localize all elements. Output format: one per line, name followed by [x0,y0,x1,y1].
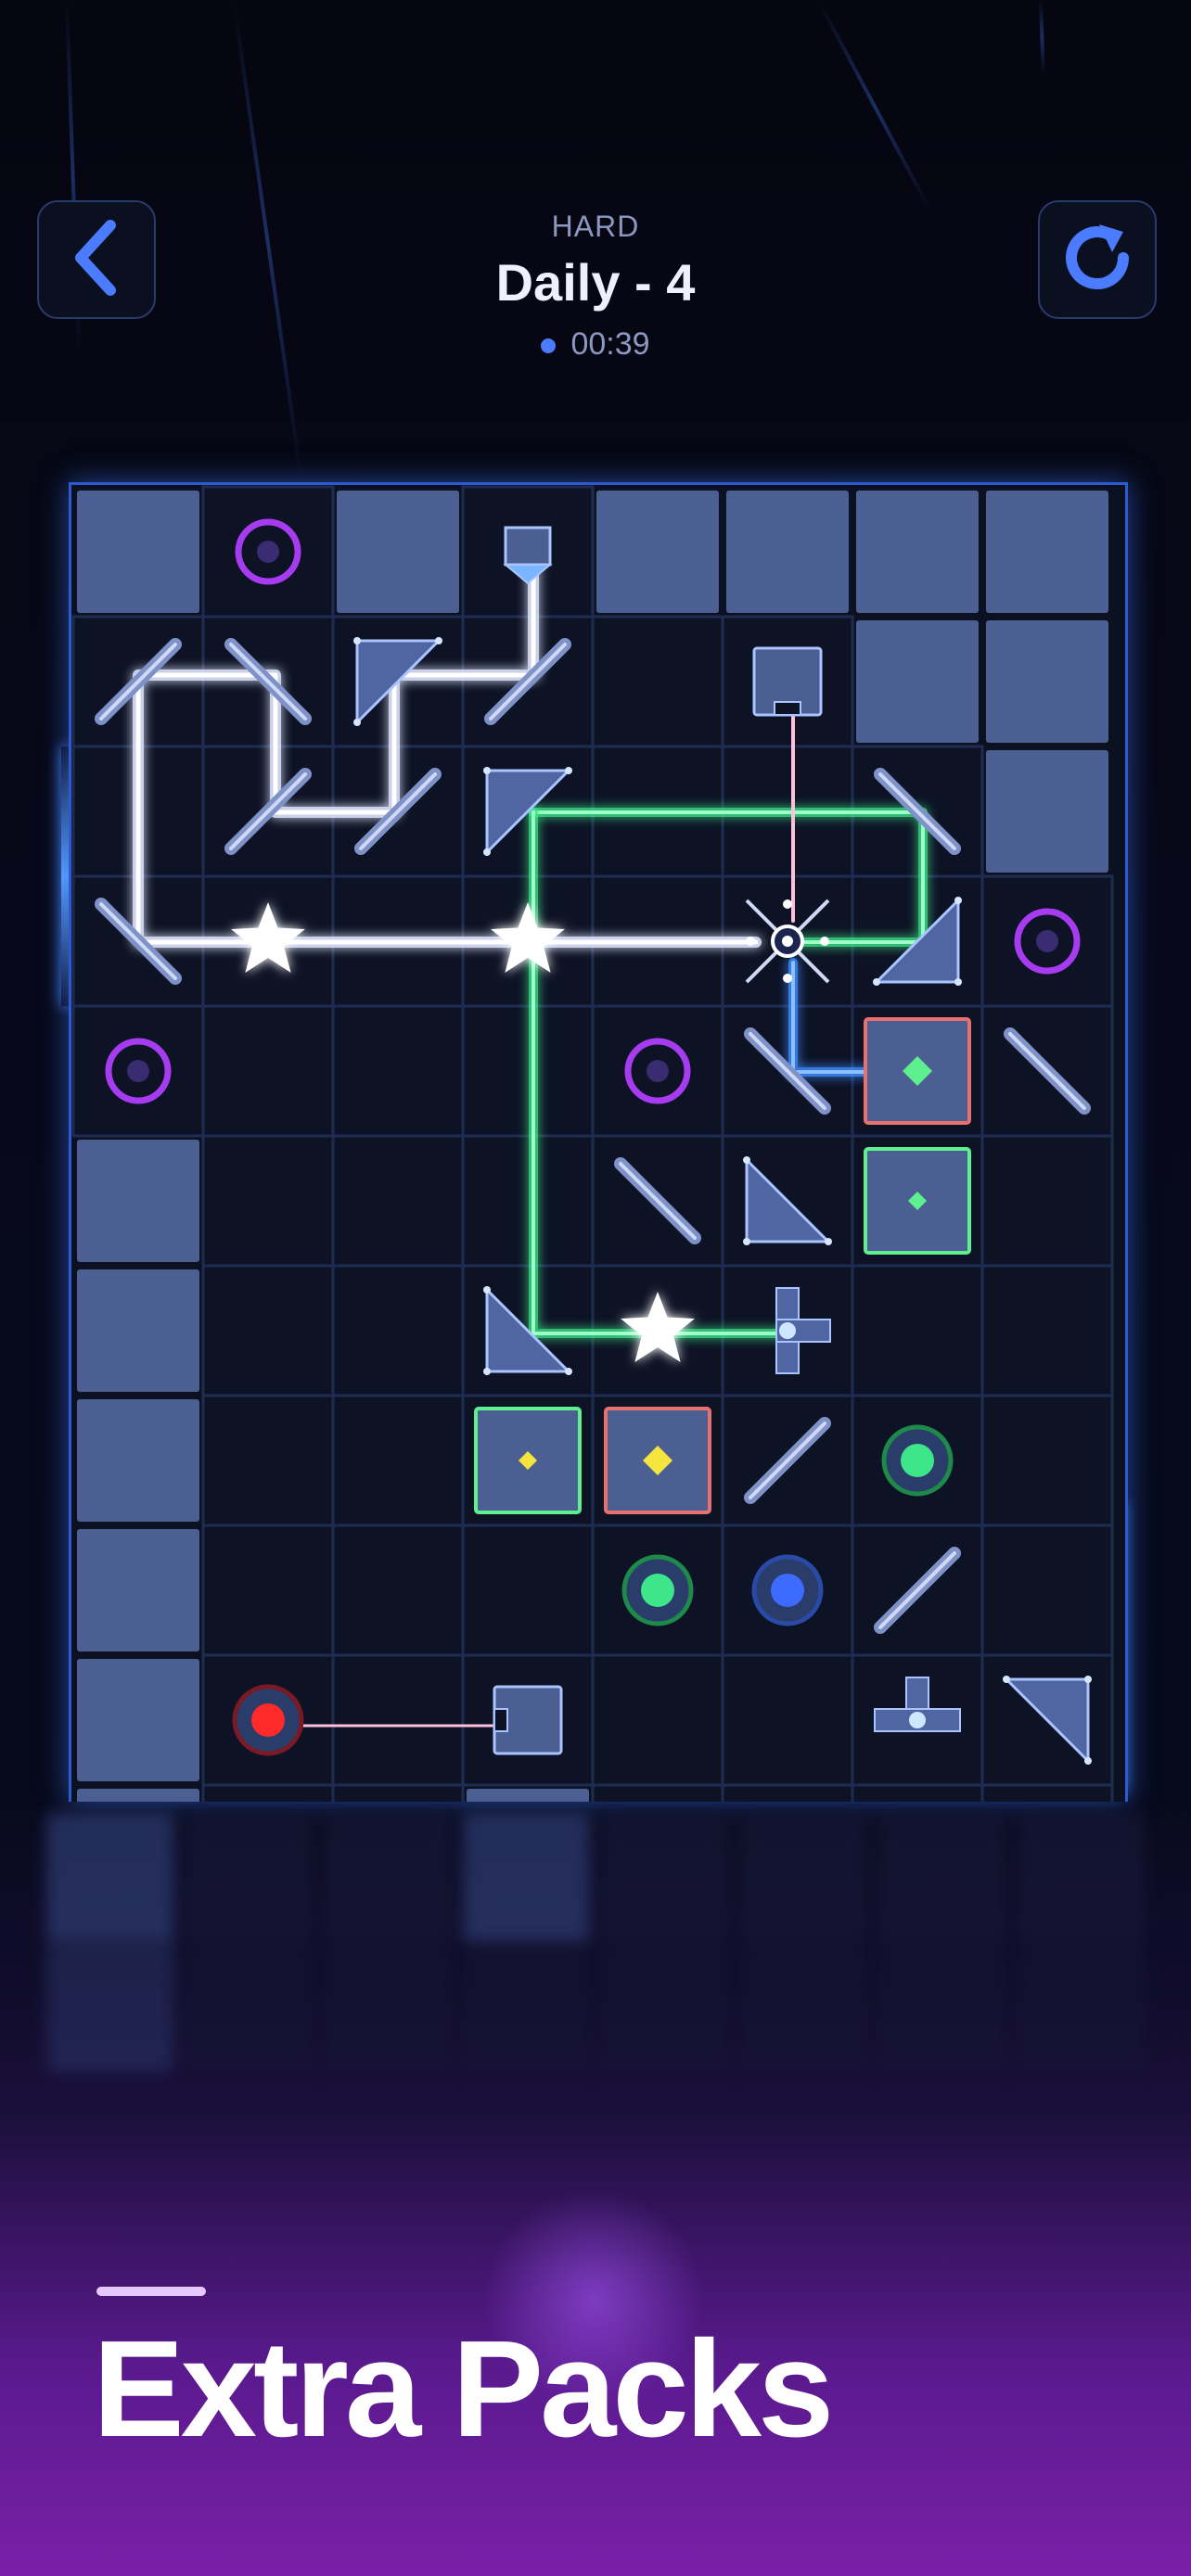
blocked-cell[interactable] [856,491,979,613]
light-orb[interactable] [232,1684,304,1756]
grid-cell[interactable] [980,1394,1114,1527]
grid-cell[interactable] [461,1134,595,1268]
grid-cell[interactable] [851,1783,984,1802]
light-orb[interactable] [621,1554,694,1626]
grid-cell[interactable] [980,1783,1114,1802]
puzzle-board[interactable] [69,482,1128,1802]
blocked-cell[interactable] [986,620,1108,743]
emitter-box[interactable] [752,646,823,717]
grid-cell[interactable] [201,1783,335,1802]
banner-accent-bar [96,2287,206,2296]
level-title: Daily - 4 [495,253,696,312]
grid-cell[interactable] [331,1653,465,1787]
timer-dot-icon [541,338,557,354]
blocked-cell[interactable] [77,1140,199,1262]
blocked-cell[interactable] [77,1529,199,1651]
blocked-cell[interactable] [77,1789,199,1802]
blocked-cell[interactable] [77,1399,199,1522]
grid-cell[interactable] [331,1524,465,1657]
gem-target[interactable] [864,1017,971,1125]
grid-cell[interactable] [201,1264,335,1397]
blocked-cell[interactable] [856,620,979,743]
gem-target[interactable] [474,1407,582,1514]
difficulty-label: HARD [551,210,640,243]
grid-cell[interactable] [331,1264,465,1397]
blocked-cell[interactable] [77,491,199,613]
ghost-row [46,1943,1145,2072]
board-svg [71,485,1114,1802]
grid-cell[interactable] [201,1394,335,1527]
grid-cell[interactable] [331,1394,465,1527]
grid-cell[interactable] [331,1004,465,1138]
light-orb[interactable] [751,1554,824,1626]
blocked-cell[interactable] [596,491,719,613]
grid-cell[interactable] [331,1134,465,1268]
banner-title: Extra Packs [93,2313,834,2466]
grid-cell[interactable] [980,1524,1114,1657]
grid-cell[interactable] [461,1524,595,1657]
grid-cell[interactable] [201,1004,335,1138]
ghost-row [46,1813,1145,1943]
gem-target[interactable] [864,1147,971,1255]
grid-cell[interactable] [591,615,724,748]
restart-icon [1058,219,1136,301]
grid-cell[interactable] [851,1264,984,1397]
blocked-cell[interactable] [77,1659,199,1781]
grid-cell[interactable] [201,1134,335,1268]
grid-cell[interactable] [591,1783,724,1802]
grid-cell[interactable] [721,1783,854,1802]
grid-cell[interactable] [721,1653,854,1787]
grid-cell[interactable] [980,1264,1114,1397]
timer: 00:39 [0,326,1191,363]
grid-cell[interactable] [461,1004,595,1138]
grid-cell[interactable] [201,1524,335,1657]
blocked-cell[interactable] [337,491,459,613]
grid-cell[interactable] [331,1783,465,1802]
blocked-cell[interactable] [467,1789,589,1802]
emitter-box[interactable] [493,1685,563,1755]
light-orb[interactable] [881,1424,954,1497]
restart-button[interactable] [1038,200,1157,319]
gem-target[interactable] [604,1407,711,1514]
grid-cell[interactable] [591,1653,724,1787]
blocked-cell[interactable] [77,1269,199,1392]
blocked-cell[interactable] [986,750,1108,873]
timer-value: 00:39 [570,326,650,362]
blocked-cell[interactable] [726,491,849,613]
blocked-cell[interactable] [986,491,1108,613]
grid-cell[interactable] [980,1134,1114,1268]
